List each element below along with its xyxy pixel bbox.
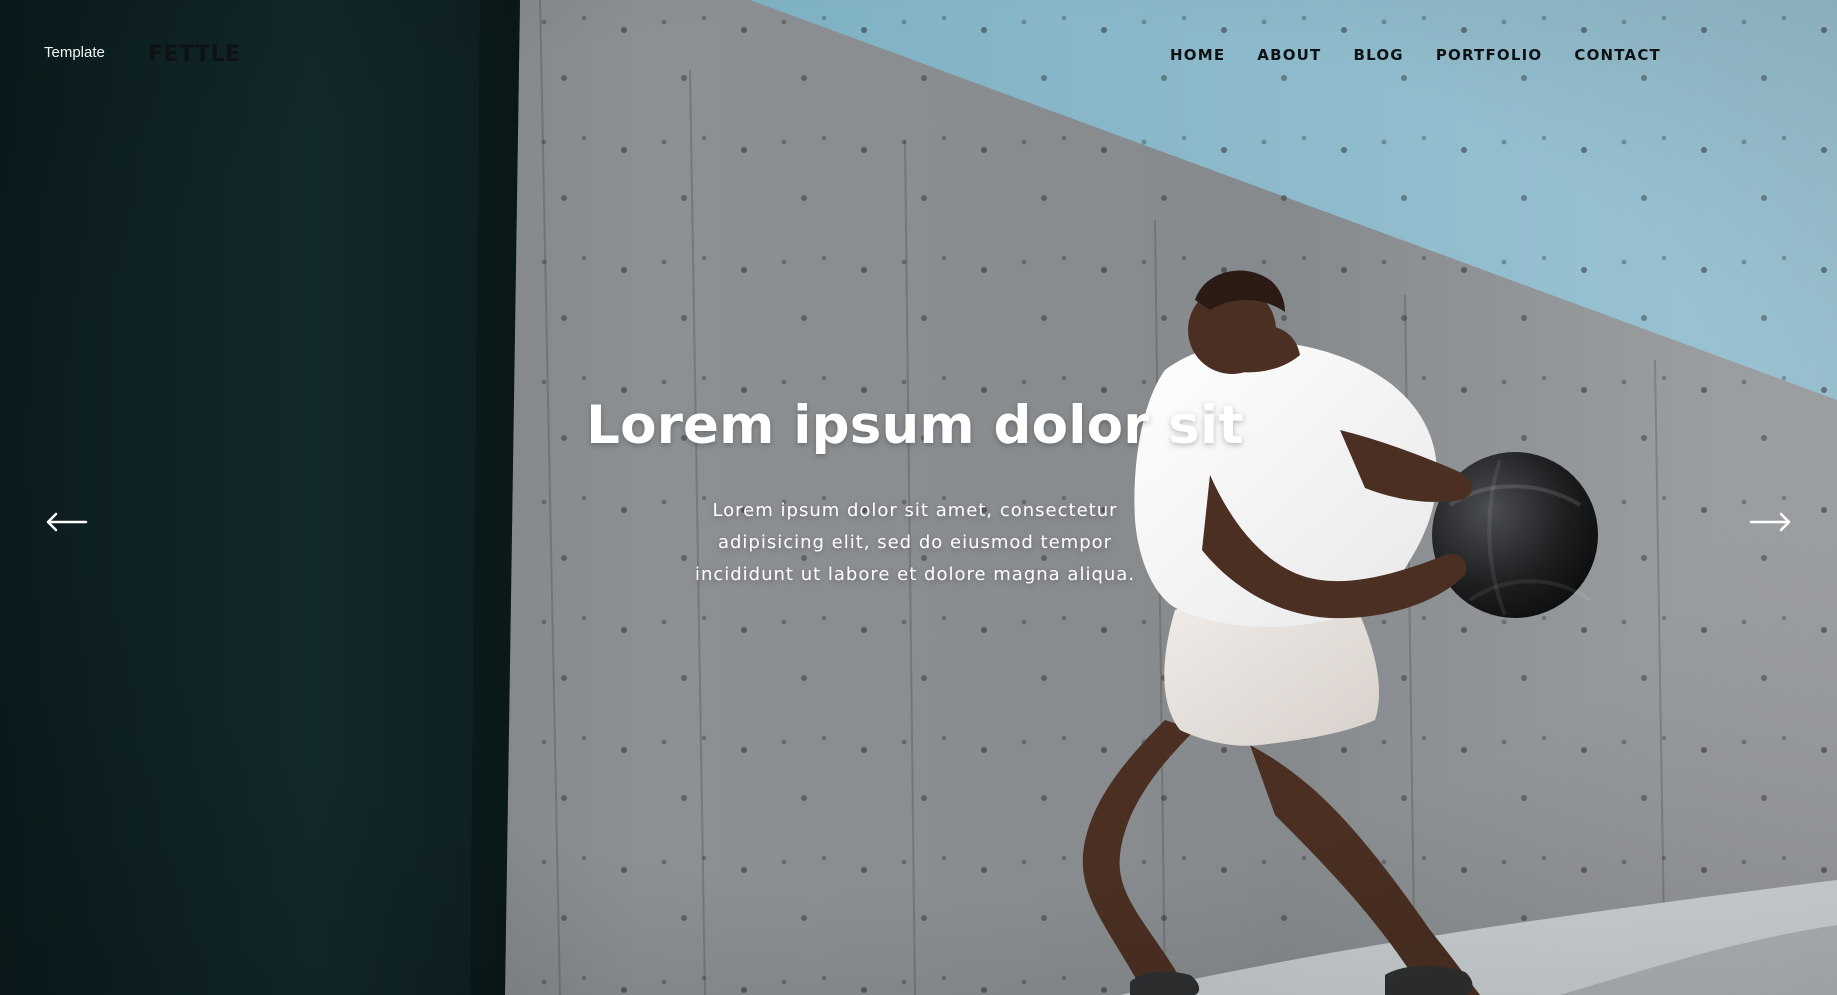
hero-title: Lorem ipsum dolor sit <box>586 395 1244 456</box>
nav-blog[interactable]: BLOG <box>1353 46 1403 64</box>
site-logo[interactable]: FETTLE <box>148 42 241 67</box>
nav-portfolio[interactable]: PORTFOLIO <box>1436 46 1543 64</box>
template-label: Template <box>44 44 105 61</box>
hero-content: Lorem ipsum dolor sit Lorem ipsum dolor … <box>560 395 1270 591</box>
hero-description: Lorem ipsum dolor sit amet, consectetur … <box>694 499 1136 585</box>
nav-contact[interactable]: CONTACT <box>1574 46 1661 64</box>
arrow-right-icon <box>1749 510 1793 534</box>
prev-slide-button[interactable] <box>44 500 88 544</box>
next-slide-button[interactable] <box>1749 500 1793 544</box>
nav-home[interactable]: HOME <box>1170 46 1225 64</box>
hero-slider: Template FETTLE HOME ABOUT BLOG PORTFOLI… <box>0 0 1837 995</box>
nav-about[interactable]: ABOUT <box>1257 46 1321 64</box>
main-nav: HOME ABOUT BLOG PORTFOLIO CONTACT <box>1170 46 1661 64</box>
site-header: Template FETTLE HOME ABOUT BLOG PORTFOLI… <box>0 0 1837 110</box>
arrow-left-icon <box>44 510 88 534</box>
